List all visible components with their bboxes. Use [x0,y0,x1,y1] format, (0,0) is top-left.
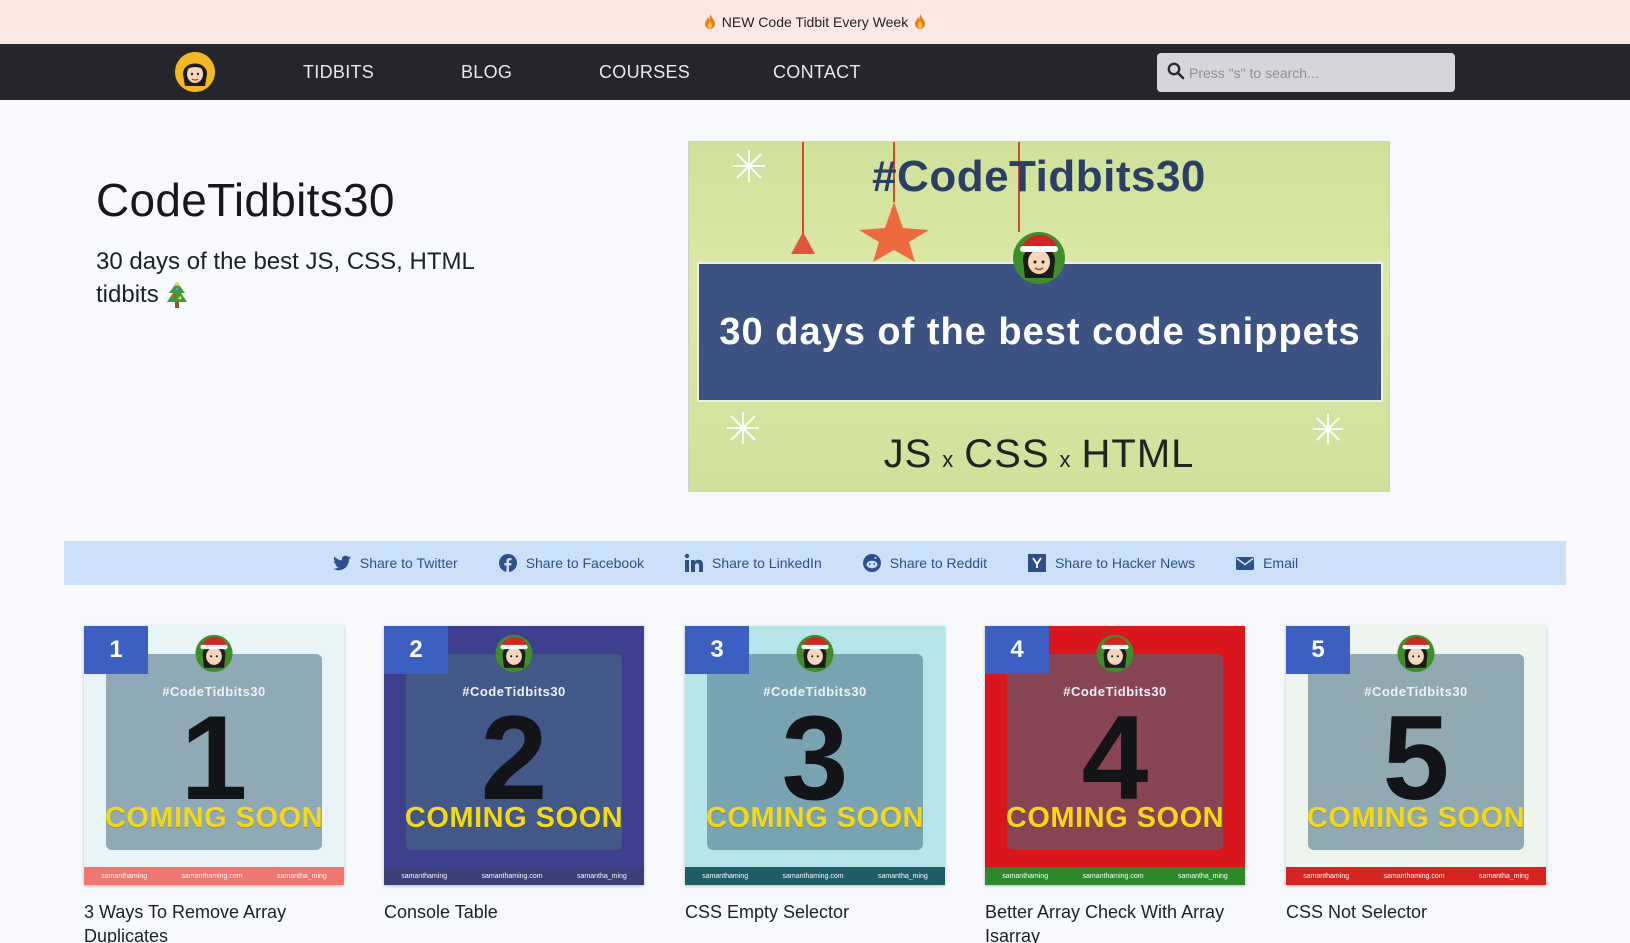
coming-soon-label: COMING SOON [1306,802,1526,834]
share-email-label: Email [1263,555,1299,571]
linkedin-icon [684,553,703,572]
hero-banner-image: #CodeTidbits30 30 days of the best code … [688,141,1390,492]
santa-avatar-icon [1096,634,1134,672]
santa-avatar-icon [796,634,834,672]
strip-site: samanthaming.com [1383,872,1445,880]
fire-icon [915,14,926,29]
banner-hashtag: #CodeTidbits30 [872,152,1206,201]
thumbnail-footer-strip: samanthaming samanthaming.com samantha_m… [985,867,1245,885]
avatar-logo-icon [175,52,215,92]
share-twitter-button[interactable]: Share to Twitter [332,553,458,573]
nav-blog[interactable]: BLOG [461,44,512,100]
tidbit-title[interactable]: Console Table [384,900,644,924]
strip-site: samanthaming.com [782,872,844,880]
share-facebook-label: Share to Facebook [525,555,644,571]
coming-soon-label: COMING SOON [104,802,324,834]
strip-handle: samanthaming [101,872,148,880]
tidbit-number-badge: 3 [685,626,749,674]
site-logo[interactable] [175,52,215,92]
strip-twitter: samantha_ming [576,872,627,880]
share-twitter-label: Share to Twitter [359,555,458,571]
tidbit-card[interactable]: 2 #CodeTidbits30 2 COMING SOON samantham… [384,626,644,924]
coming-soon-label: COMING SOON [404,802,624,834]
santa-avatar-icon [1397,634,1435,672]
share-email-button[interactable]: Email [1235,553,1298,573]
search-input[interactable] [1189,53,1449,92]
strip-twitter: samantha_ming [877,872,928,880]
lang-html: HTML [1081,432,1195,476]
tidbit-thumbnail[interactable]: 1 #CodeTidbits30 1 COMING SOON samantham… [84,626,344,885]
tidbit-number-badge: 4 [985,626,1049,674]
tidbit-thumbnail[interactable]: 2 #CodeTidbits30 2 COMING SOON samantham… [384,626,644,885]
search-icon [1167,62,1185,80]
nav-tidbits[interactable]: TIDBITS [303,44,374,100]
tidbit-title[interactable]: 3 Ways To Remove Array Duplicates [84,900,344,943]
tidbit-title[interactable]: CSS Not Selector [1286,900,1546,924]
fire-icon [704,14,715,29]
announcement-bar[interactable]: NEW Code Tidbit Every Week [0,0,1630,44]
facebook-icon [498,554,517,572]
strip-site: samanthaming.com [481,872,543,880]
search-box[interactable] [1157,53,1455,92]
lang-separator: x [942,447,955,472]
strip-twitter: samantha_ming [1478,872,1529,880]
thumbnail-footer-strip: samanthaming samanthaming.com samantha_m… [1286,867,1546,885]
email-icon [1236,557,1255,570]
tidbit-number-badge: 1 [84,626,148,674]
strip-handle: samanthaming [1303,872,1350,880]
share-hacker-news-button[interactable]: Share to Hacker News [1027,553,1195,573]
subtitle-text: 30 days of the best JS, CSS, HTML tidbit… [96,248,474,308]
coming-soon-label: COMING SOON [1005,802,1225,834]
nav-courses[interactable]: COURSES [599,44,690,100]
announcement-text: NEW Code Tidbit Every Week [721,14,909,30]
thumbnail-footer-strip: samanthaming samanthaming.com samantha_m… [84,867,344,885]
strip-handle: samanthaming [401,872,448,880]
share-facebook-button[interactable]: Share to Facebook [498,553,644,573]
thumbnail-footer-strip: samanthaming samanthaming.com samantha_m… [685,867,945,885]
strip-twitter: samantha_ming [1177,872,1228,880]
page-title: CodeTidbits30 [96,174,395,226]
share-linkedin-button[interactable]: Share to LinkedIn [684,553,822,573]
share-linkedin-label: Share to LinkedIn [711,555,822,571]
tidbit-card[interactable]: 3 #CodeTidbits30 3 COMING SOON samantham… [685,626,945,924]
strip-twitter: samantha_ming [276,872,327,880]
santa-avatar-icon [195,634,233,672]
nav-contact[interactable]: CONTACT [773,44,861,100]
lang-js: JS [883,432,933,476]
lang-css: CSS [964,432,1050,476]
strip-site: samanthaming.com [1082,872,1144,880]
strip-site: samanthaming.com [181,872,243,880]
share-reddit-button[interactable]: Share to Reddit [862,553,987,573]
hacker-news-icon [1028,554,1047,572]
tidbit-thumbnail[interactable]: 3 #CodeTidbits30 3 COMING SOON samantham… [685,626,945,885]
share-bar: Share to Twitter Share to Facebook Share… [64,541,1566,585]
share-reddit-label: Share to Reddit [889,555,988,571]
banner-headline: 30 days of the best code snippets [719,310,1361,353]
strip-handle: samanthaming [1002,872,1049,880]
top-nav: TIDBITS BLOG COURSES CONTACT [0,44,1630,100]
lang-separator: x [1059,447,1072,472]
santa-avatar-icon [1013,232,1065,284]
tidbit-card[interactable]: 4 #CodeTidbits30 4 COMING SOON samantham… [985,626,1245,943]
tidbit-number-badge: 2 [384,626,448,674]
page-subtitle: 30 days of the best JS, CSS, HTML tidbit… [96,245,516,311]
tidbit-card[interactable]: 1 #CodeTidbits30 1 COMING SOON samantham… [84,626,344,943]
coming-soon-label: COMING SOON [705,802,925,834]
reddit-icon [862,554,881,572]
tidbit-thumbnail[interactable]: 4 #CodeTidbits30 4 COMING SOON samantham… [985,626,1245,885]
tidbit-title[interactable]: CSS Empty Selector [685,900,945,924]
thumbnail-footer-strip: samanthaming samanthaming.com samantha_m… [384,867,644,885]
share-hacker-news-label: Share to Hacker News [1055,555,1196,571]
tidbit-title[interactable]: Better Array Check With Array Isarray [985,900,1245,943]
santa-avatar-icon [495,634,533,672]
tidbit-number-badge: 5 [1286,626,1350,674]
twitter-icon [332,555,351,571]
christmas-tree-icon [167,280,188,308]
banner-languages: JS x CSS x HTML [689,432,1389,477]
tidbit-thumbnail[interactable]: 5 #CodeTidbits30 5 COMING SOON samantham… [1286,626,1546,885]
tidbit-card[interactable]: 5 #CodeTidbits30 5 COMING SOON samantham… [1286,626,1546,924]
strip-handle: samanthaming [702,872,749,880]
